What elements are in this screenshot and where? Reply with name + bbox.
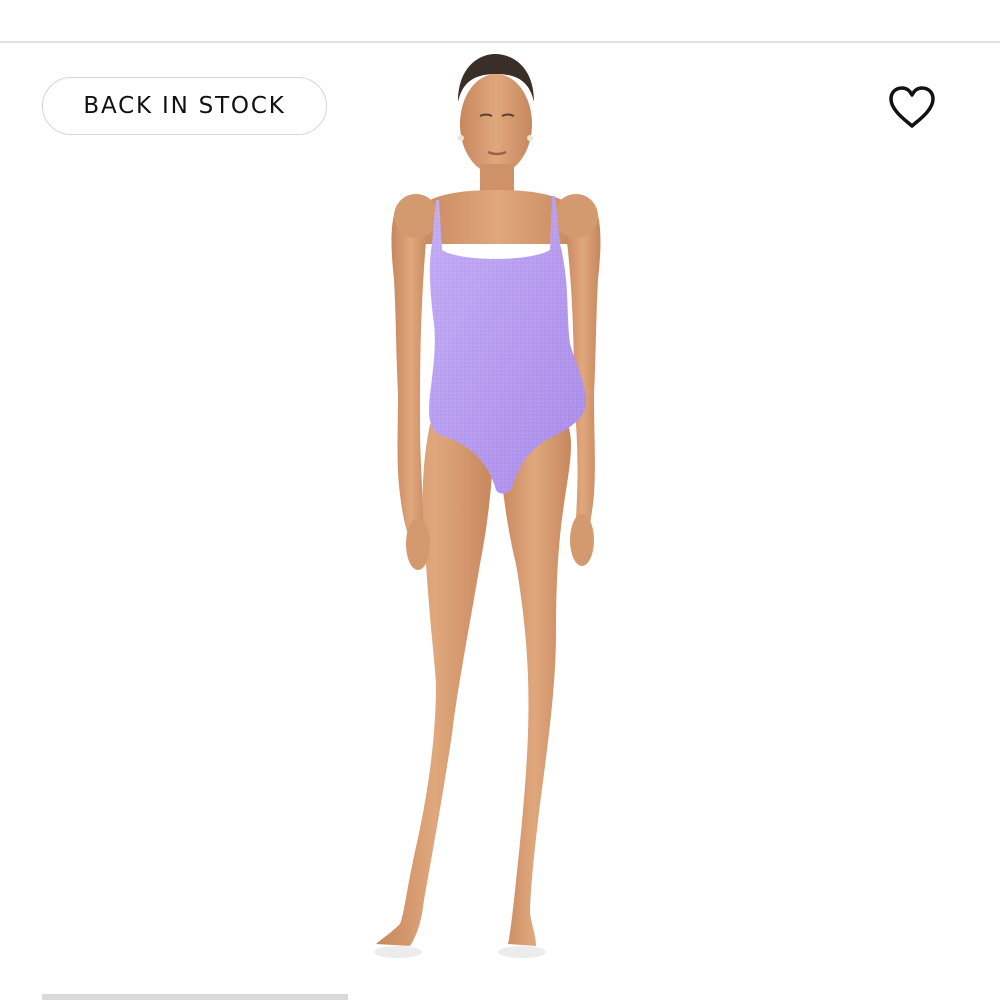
image-pagination-indicator bbox=[42, 994, 348, 1000]
model-leg-right bbox=[498, 424, 571, 946]
model-hand-right bbox=[570, 514, 594, 566]
floor-shadow-left bbox=[374, 946, 422, 958]
product-detail-page: BACK IN STOCK bbox=[0, 0, 1000, 1000]
earring-left bbox=[458, 135, 464, 141]
heart-icon[interactable] bbox=[886, 84, 938, 130]
model-leg-left bbox=[376, 424, 494, 946]
model-hand-left bbox=[406, 518, 430, 570]
model-head bbox=[460, 74, 532, 174]
earring-right bbox=[527, 135, 533, 141]
header-divider bbox=[0, 41, 1000, 43]
floor-shadow-right bbox=[498, 946, 546, 958]
product-photo[interactable] bbox=[230, 44, 790, 980]
